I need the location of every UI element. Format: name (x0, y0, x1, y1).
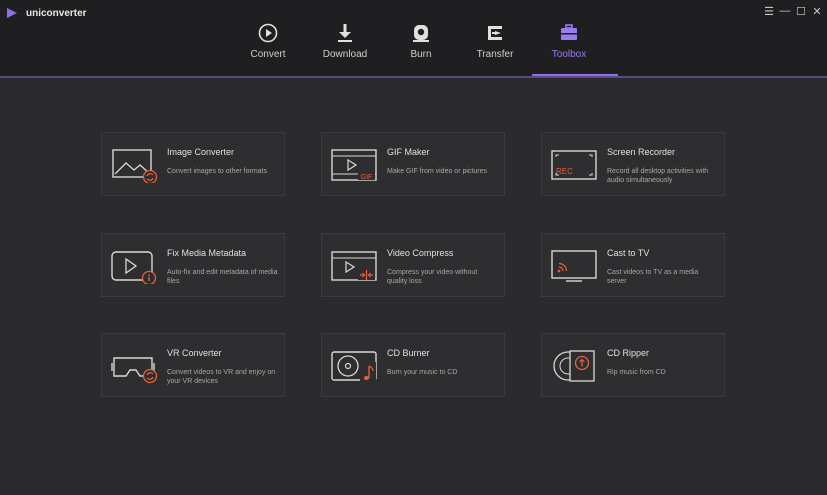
tool-description: Record all desktop activities with audio… (607, 168, 709, 184)
gif-label: GIF (361, 174, 373, 181)
vr-converter-icon (111, 357, 158, 384)
tab-label: Burn (410, 49, 432, 60)
toolbox-grid: Image Converter Convert images to other … (0, 84, 827, 495)
gif-maker-icon: GIF (331, 149, 377, 181)
logo-icon (7, 8, 17, 18)
tool-cd-burner[interactable]: CD Burner Burn your music to CD (321, 333, 505, 397)
cast-tv-icon (551, 250, 597, 282)
tab-burn[interactable]: Burn (384, 18, 458, 76)
top-bar-divider (0, 76, 827, 78)
tool-title: Screen Recorder (607, 147, 676, 157)
cd-burner-icon (331, 351, 377, 382)
close-icon[interactable]: ✕ (810, 4, 824, 18)
tab-convert[interactable]: Convert (231, 18, 305, 76)
tab-label: Download (322, 49, 368, 60)
fix-metadata-icon (111, 251, 157, 284)
app-title: uniconverter (6, 5, 87, 21)
burn-icon (413, 25, 429, 42)
tool-title: Cast to TV (607, 248, 650, 258)
tool-video-compress[interactable]: Video Compress Compress your video witho… (321, 233, 505, 297)
tool-fix-media-metadata[interactable]: Fix Media Metadata Auto-fix and edit met… (101, 233, 285, 297)
tool-description: Convert images to other formats (167, 168, 267, 175)
tool-image-converter[interactable]: Image Converter Convert images to other … (101, 132, 285, 196)
tool-description: Cast videos to TV as a media server (607, 269, 699, 285)
top-bar: uniconverter ☰ — ☐ ✕ Convert Download Bu… (0, 0, 827, 78)
tab-label: Convert (250, 49, 286, 60)
tool-cd-ripper[interactable]: CD Ripper Rip music from CD (541, 333, 725, 397)
tool-description: Auto-fix and edit metadata of media file… (167, 269, 278, 285)
tool-description: Compress your video without quality loss (387, 269, 478, 285)
transfer-icon (488, 26, 502, 40)
tool-title: Image Converter (167, 147, 235, 157)
menu-icon[interactable]: ☰ (762, 4, 776, 18)
convert-icon (258, 23, 278, 43)
minimize-icon[interactable]: — (778, 4, 792, 18)
tool-gif-maker[interactable]: GIF GIF Maker Make GIF from video or pic… (321, 132, 505, 196)
tab-transfer[interactable]: Transfer (458, 18, 532, 76)
tab-label: Toolbox (551, 49, 587, 60)
tool-description: Rip music from CD (607, 369, 666, 376)
tool-title: Video Compress (387, 248, 454, 258)
tool-title: CD Burner (387, 348, 430, 358)
tool-screen-recorder[interactable]: REC Screen Recorder Record all desktop a… (541, 132, 725, 196)
tool-vr-converter[interactable]: VR Converter Convert videos to VR and en… (101, 333, 285, 397)
tool-title: Fix Media Metadata (167, 248, 247, 258)
app-name: uniconverter (26, 7, 87, 19)
screen-recorder-icon: REC (551, 150, 597, 180)
tool-title: GIF Maker (387, 147, 430, 157)
tool-title: VR Converter (167, 348, 222, 358)
tool-description: Burn your music to CD (387, 369, 458, 376)
cd-ripper-icon (553, 350, 595, 382)
download-icon (338, 24, 352, 42)
tab-label: Transfer (476, 49, 514, 60)
image-converter-icon (112, 149, 158, 183)
toolbox-icon (561, 24, 577, 40)
tool-cast-to-tv[interactable]: Cast to TV Cast videos to TV as a media … (541, 233, 725, 297)
tool-description: Convert videos to VR and enjoy on your V… (167, 369, 276, 385)
tab-toolbox[interactable]: Toolbox (532, 18, 618, 76)
video-compress-icon (331, 251, 377, 281)
tab-download[interactable]: Download (308, 18, 382, 76)
tool-description: Make GIF from video or pictures (387, 168, 487, 175)
tool-title: CD Ripper (607, 348, 650, 358)
maximize-icon[interactable]: ☐ (794, 4, 808, 18)
rec-label: REC (556, 167, 573, 176)
